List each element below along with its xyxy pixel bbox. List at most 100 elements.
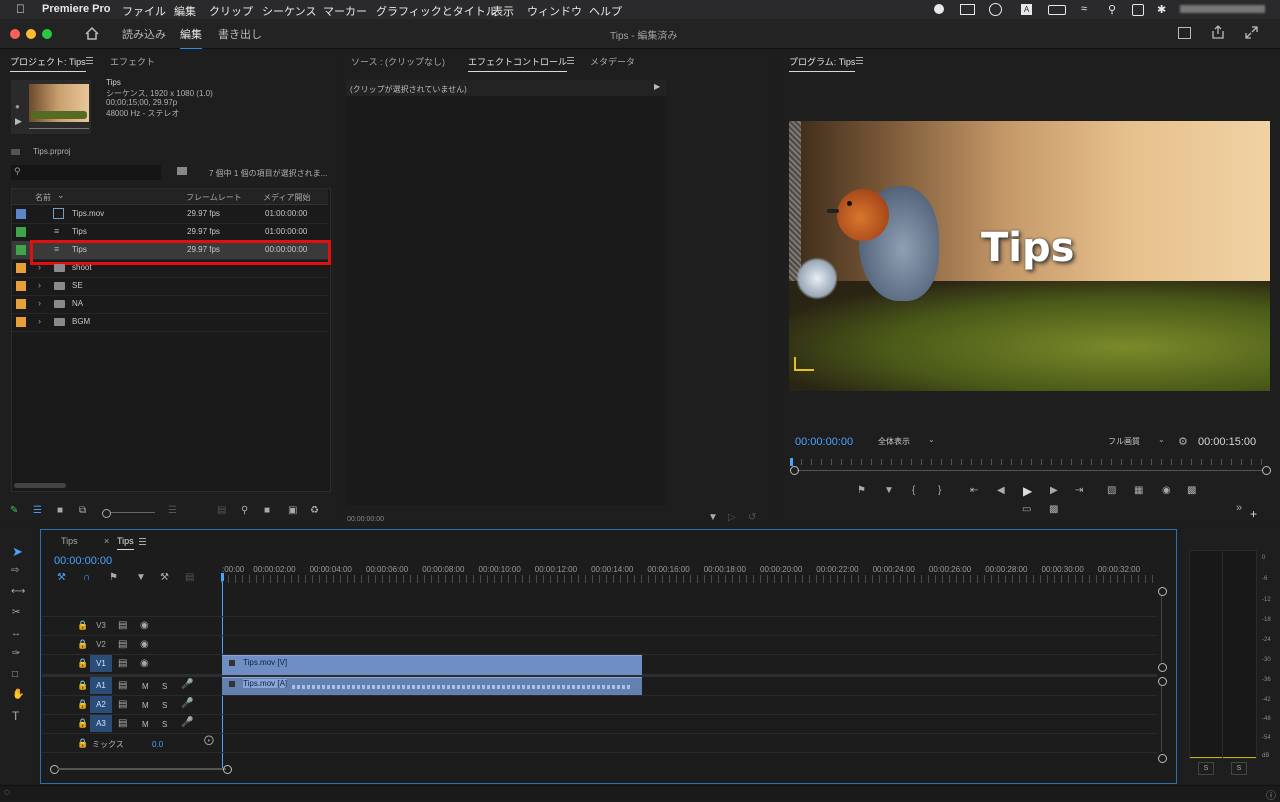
project-row-folder-se[interactable]: › SE [12, 277, 328, 296]
comparison-view-icon[interactable]: ▩ [1187, 485, 1196, 496]
project-panel-menu-icon[interactable] [86, 57, 93, 64]
vscroll-audio-handle[interactable] [1158, 677, 1167, 686]
meter-solo-left[interactable]: S [1198, 762, 1214, 775]
rectangle-tool-icon[interactable]: □ [12, 669, 18, 680]
automate-to-sequence-icon[interactable]: ▤ [217, 505, 226, 516]
pencil-icon[interactable]: ✎ [10, 505, 18, 516]
playback-quality-dropdown[interactable]: フル画質 ⌄ [1102, 434, 1168, 448]
go-to-in-icon[interactable]: ⇤ [970, 485, 978, 496]
sync-lock-icon[interactable]: ▤ [118, 680, 127, 691]
disclosure-chevron-icon[interactable]: › [38, 262, 41, 272]
voice-over-mic-icon[interactable]: 🎤 [181, 679, 193, 690]
safe-margins-icon[interactable]: ▭ [1022, 504, 1031, 515]
solo-button[interactable]: S [162, 701, 167, 710]
effect-controls-menu-icon[interactable] [567, 57, 574, 64]
menu-clip[interactable]: クリップ [209, 3, 253, 19]
icon-view-icon[interactable]: ■ [57, 505, 63, 516]
track-target-a3[interactable]: A3 [90, 715, 112, 732]
insert-nest-icon[interactable]: ⚒ [57, 572, 66, 583]
app-name-menu[interactable]: Premiere Pro [42, 3, 110, 15]
project-row-folder-na[interactable]: › NA [12, 295, 328, 314]
timeline-ruler-ticks[interactable] [221, 575, 1158, 583]
disclosure-chevron-icon[interactable]: › [38, 298, 41, 308]
tab-effects[interactable]: エフェクト [110, 55, 155, 68]
solo-button[interactable]: S [162, 682, 167, 691]
export-frame-camera-icon[interactable]: ◉ [1162, 485, 1171, 496]
control-center-icon[interactable] [1132, 4, 1144, 16]
menu-window[interactable]: ウィンドウ [527, 3, 582, 19]
track-target-a1[interactable]: A1 [90, 677, 112, 694]
label-color-swatch[interactable] [16, 263, 26, 273]
timeline-playhead-head[interactable] [221, 573, 224, 581]
track-target-v1[interactable]: V1 [90, 655, 112, 672]
play-audio-icon[interactable]: ▷ [728, 512, 736, 523]
snap-magnet-icon[interactable]: ∩ [83, 572, 90, 583]
vscroll-top-handle[interactable] [1158, 587, 1167, 596]
tab-project[interactable]: プロジェクト: Tips [10, 55, 86, 72]
vscroll-track-audio[interactable] [1161, 686, 1162, 752]
menu-edit[interactable]: 編集 [174, 3, 196, 19]
project-row-folder-bgm[interactable]: › BGM [12, 313, 328, 332]
close-window-button[interactable] [10, 29, 20, 39]
export-frame-icon[interactable]: ↺ [748, 512, 756, 523]
vscroll-video-handle[interactable] [1158, 663, 1167, 672]
spotlight-icon[interactable]: ⚲ [1108, 3, 1116, 16]
play-thumbnail-icon[interactable]: ▶ [15, 116, 22, 127]
mix-volume-value[interactable]: 0.0 [152, 740, 163, 749]
label-color-swatch[interactable] [16, 227, 26, 237]
menu-view[interactable]: 表示 [492, 3, 514, 19]
record-status-icon[interactable] [934, 4, 944, 14]
sync-lock-icon[interactable]: ▤ [118, 699, 127, 710]
razor-tool-icon[interactable]: ✂ [12, 607, 20, 618]
go-to-out-icon[interactable]: ⇥ [1075, 485, 1083, 496]
hscroll-right-handle[interactable] [223, 765, 232, 774]
track-target-v3[interactable]: V3 [90, 617, 112, 634]
label-color-swatch[interactable] [16, 299, 26, 309]
new-item-icon[interactable]: ▣ [288, 505, 297, 516]
timeline-menu-icon[interactable] [139, 538, 146, 545]
new-search-bin-icon[interactable] [177, 167, 187, 175]
track-lock-icon[interactable]: 🔒 [77, 620, 88, 631]
workspace-import-tab[interactable]: 読み込み [122, 26, 166, 42]
timeline-tab-2[interactable]: Tips [117, 536, 134, 550]
pen-tool-icon[interactable]: ✑ [12, 648, 20, 659]
column-media-start[interactable]: メディア開始 [263, 192, 310, 203]
track-select-tool-icon[interactable]: ⇨ [11, 565, 19, 576]
creative-cloud-icon[interactable] [989, 3, 1002, 16]
solo-button[interactable]: S [162, 720, 167, 729]
label-color-swatch[interactable] [16, 209, 26, 219]
disclosure-chevron-icon[interactable]: › [38, 316, 41, 326]
eye-toggle-icon[interactable]: ◉ [140, 658, 149, 669]
zoom-bar-left-handle[interactable] [790, 466, 799, 475]
input-source-icon[interactable]: A [1021, 4, 1032, 15]
program-ruler-ticks[interactable] [791, 459, 1270, 465]
zoom-slider-handle[interactable] [102, 509, 111, 518]
play-button[interactable]: ▶ [1023, 484, 1032, 498]
selection-tool-icon[interactable]: ➤ [12, 544, 23, 560]
track-lock-icon[interactable]: 🔒 [77, 639, 88, 650]
mark-in-icon[interactable]: { [912, 485, 915, 496]
tab-effect-controls[interactable]: エフェクトコントロール [468, 55, 568, 72]
sort-icon[interactable]: ☰ [168, 505, 177, 516]
button-editor-plus-icon[interactable]: + [1250, 507, 1257, 521]
quick-export-icon[interactable] [1178, 27, 1191, 39]
multi-cam-icon[interactable]: ▩ [1049, 504, 1058, 515]
timeline-settings-wrench-icon[interactable]: ⚒ [160, 572, 169, 583]
sync-lock-icon[interactable]: ▤ [118, 718, 127, 729]
workspace-export-tab[interactable]: 書き出し [218, 26, 262, 42]
freeform-view-icon[interactable]: ⧉ [79, 505, 86, 516]
tab-source[interactable]: ソース : (クリップなし) [351, 55, 445, 68]
label-color-swatch[interactable] [16, 245, 26, 255]
label-color-swatch[interactable] [16, 317, 26, 327]
sync-lock-icon[interactable]: ▤ [118, 620, 127, 631]
program-timecode-current[interactable]: 00:00:00:00 [795, 436, 853, 448]
menu-file[interactable]: ファイル [122, 3, 166, 19]
column-name[interactable]: 名前 [35, 192, 51, 203]
timeline-tab-close-icon[interactable]: × [104, 536, 109, 546]
status-sync-icon[interactable]: ◌ [4, 787, 10, 798]
program-menu-icon[interactable] [856, 57, 863, 64]
wifi-icon[interactable]: ≈ [1081, 3, 1087, 15]
screen-icon[interactable] [960, 4, 975, 15]
program-video-frame[interactable]: Tips [789, 121, 1270, 391]
track-target-a2[interactable]: A2 [90, 696, 112, 713]
